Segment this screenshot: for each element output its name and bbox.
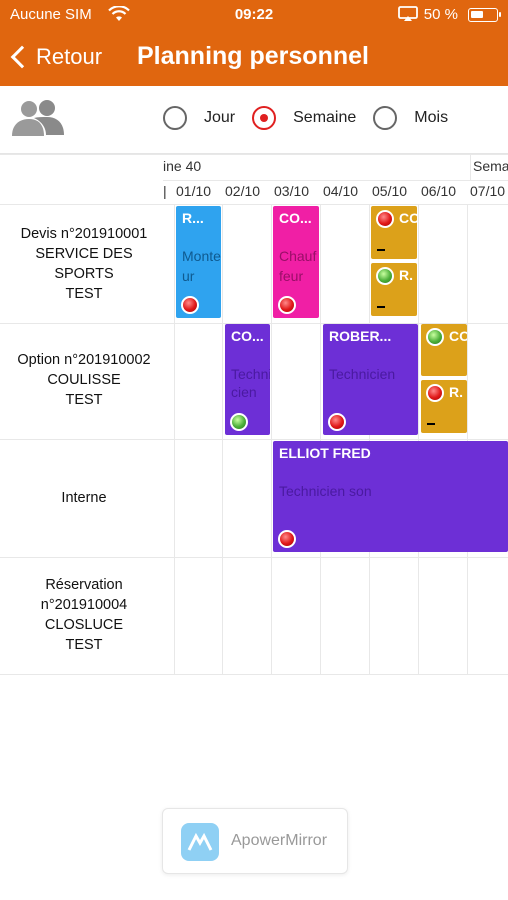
row-label-reservation: Réservation n°201910004 CLOSLUCE TEST <box>40 577 128 653</box>
day-label: 05/10 <box>372 183 408 199</box>
view-mode-month[interactable]: Mois <box>373 106 448 130</box>
page-title: Planning personnel <box>137 42 369 70</box>
day-header: | 01/10 02/10 03/10 04/10 05/10 06/10 07… <box>163 183 506 199</box>
back-button-label: Retour <box>36 44 103 69</box>
row-label-devis: Devis n°201910001 SERVICE DES SPORTS TES… <box>20 226 148 302</box>
row-label-interne: Interne <box>61 490 107 506</box>
watermark-text: ApowerMirror <box>231 832 328 849</box>
status-dot-icon <box>376 210 394 228</box>
view-mode-day[interactable]: Jour <box>163 106 235 130</box>
event-card[interactable]: ROBER... Technicien <box>323 324 418 435</box>
view-mode-week-label: Semaine <box>293 109 357 126</box>
event-card[interactable]: CO <box>371 206 417 259</box>
back-button[interactable]: Retour <box>10 40 102 74</box>
event-card[interactable]: CO... Techni cien <box>225 324 270 435</box>
event-card[interactable]: CO <box>421 324 467 376</box>
view-mode-month-label: Mois <box>414 109 449 126</box>
event-card[interactable]: R... Monte ur <box>176 206 221 318</box>
apowermirror-logo-icon <box>181 823 219 861</box>
event-card[interactable]: R. <box>421 380 467 433</box>
view-mode-week[interactable]: Semaine <box>252 106 356 130</box>
radio-week[interactable] <box>252 106 277 130</box>
view-mode-selector: Jour Semaine Mois <box>163 106 448 130</box>
event-card[interactable]: R. <box>371 263 417 316</box>
view-toolbar: Jour Semaine Mois <box>0 86 508 154</box>
status-dot-icon <box>376 267 394 285</box>
status-bar: Aucune SIM 09:22 50 % <box>0 0 508 30</box>
status-dot-icon <box>230 413 248 431</box>
view-mode-day-label: Jour <box>204 109 236 126</box>
week-header: ine 40 Sema <box>163 154 508 180</box>
status-dot-icon <box>278 530 296 548</box>
screen-mirror-icon <box>398 6 418 26</box>
day-label: 06/10 <box>421 183 457 199</box>
day-label: 04/10 <box>323 183 359 199</box>
row-label-option: Option n°201910002 COULISSE TEST <box>17 352 151 408</box>
week-label: Sema <box>473 158 508 174</box>
day-label: 01/10 <box>176 183 212 199</box>
radio-month[interactable] <box>373 106 398 130</box>
watermark: ApowerMirror <box>162 808 348 874</box>
status-dot-icon <box>278 296 296 314</box>
status-dot-icon <box>181 296 199 314</box>
radio-day[interactable] <box>163 106 187 130</box>
app-header: Aucune SIM 09:22 50 % Retour Planning pe… <box>0 0 508 86</box>
day-label: 03/10 <box>274 183 310 199</box>
event-card[interactable]: CO... Chauf feur <box>273 206 319 318</box>
status-dot-icon <box>328 413 346 431</box>
week-label: ine 40 <box>163 158 202 174</box>
users-icon[interactable] <box>10 98 66 138</box>
battery-percent: 50 % <box>423 6 458 23</box>
day-label: 02/10 <box>225 183 261 199</box>
planning-grid: ine 40 Sema | 01/10 02/10 03/10 04/10 05… <box>0 154 508 675</box>
status-dot-icon <box>426 384 444 402</box>
day-label: 07/10 <box>470 183 506 199</box>
status-dot-icon <box>426 328 444 346</box>
event-card[interactable]: ELLIOT FRED Technicien son <box>273 441 508 552</box>
chevron-left-icon <box>10 45 34 69</box>
battery-icon <box>468 8 501 22</box>
